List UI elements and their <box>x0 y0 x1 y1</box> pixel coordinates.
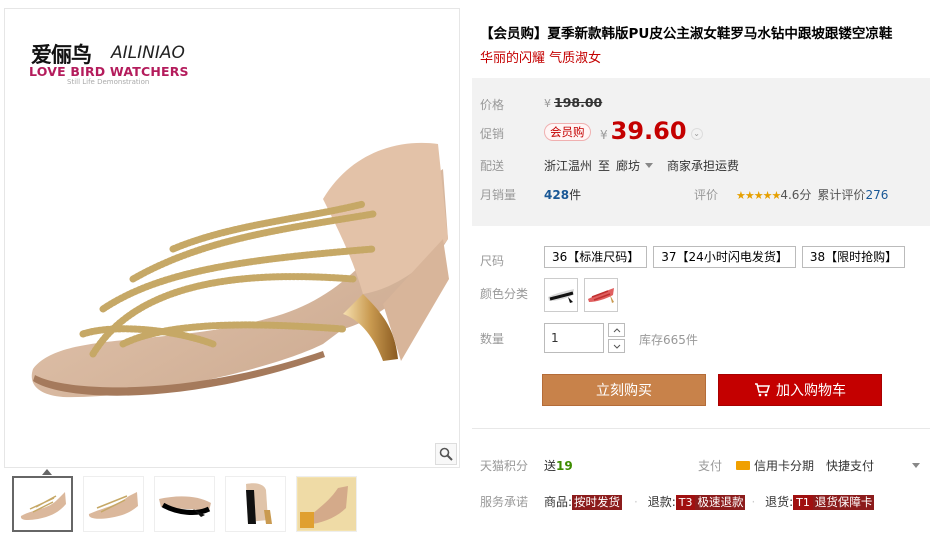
size-option-37[interactable]: 37【24小时闪电发货】 <box>653 246 796 268</box>
return-guarantee-badge[interactable]: 退货保障卡 <box>812 495 875 510</box>
quantity-label: 数量 <box>480 332 505 346</box>
payment-options: 支付 信用卡分期 快捷支付 <box>698 457 921 474</box>
buy-now-button[interactable]: 立刻购买 <box>542 374 706 406</box>
thumbnail-4[interactable] <box>225 476 286 532</box>
caret-down-icon[interactable] <box>645 163 654 168</box>
caret-down-icon[interactable] <box>912 463 921 468</box>
points-label: 天猫积分 <box>480 459 529 473</box>
thumbnail-5[interactable] <box>296 476 357 532</box>
add-to-cart-label: 加入购物车 <box>776 383 846 399</box>
rating-stars-icon: ★★★★★ <box>736 189 781 202</box>
cart-icon <box>755 383 770 397</box>
shipping-destination[interactable]: 廊坊 <box>616 159 640 173</box>
credit-installment-link[interactable]: 信用卡分期 <box>754 459 814 473</box>
product-info-panel: 【会员购】夏季新款韩版PU皮公主淑女鞋罗马水钻中跟坡跟镂空凉鞋 华丽的闪耀 气质… <box>472 8 930 545</box>
points-value: 送19 <box>544 459 573 473</box>
thumbnail-2[interactable] <box>83 476 144 532</box>
price-box: 价格 ¥198.00 促销 会员购 ¥39.60 ⌄ 配送 浙江温州至廊坊 商家承担… <box>472 78 930 226</box>
credit-card-icon <box>736 461 751 470</box>
size-options: 36【标准尺码】 37【24小时闪电发货】 38【限时抢购】 <box>544 246 906 268</box>
fast-refund-badge[interactable]: 极速退款 <box>695 495 746 510</box>
main-product-image[interactable] <box>23 129 453 419</box>
product-gallery: 爱俪鸟 AILINIAO LOVE BIRD WATCHERS Still Li… <box>4 8 460 468</box>
thumbnail-1[interactable] <box>12 476 73 532</box>
shipping-info: 浙江温州至廊坊 商家承担运费 <box>544 159 740 173</box>
section-divider <box>472 428 930 429</box>
shipping-label: 配送 <box>480 159 505 173</box>
product-subtitle: 华丽的闪耀 气质淑女 <box>480 51 602 66</box>
review-summary: 评价 ★★★★★4.6分 累计评价276 <box>694 188 889 202</box>
service-promises: 商品: 按时发货 · 退款: T3 极速退款 · 退货: T1 退货保障卡 <box>544 495 875 510</box>
price-label: 价格 <box>480 98 505 112</box>
monthly-sales: 428件 <box>544 188 582 202</box>
quick-pay-link[interactable]: 快捷支付 <box>826 459 874 473</box>
size-option-38[interactable]: 38【限时抢购】 <box>801 246 906 268</box>
stock-count: 库存665件 <box>639 333 698 347</box>
color-swatch-red[interactable] <box>584 278 618 312</box>
promo-price: ¥39.60 ⌄ <box>600 117 703 145</box>
size-label: 尺码 <box>480 254 505 268</box>
original-price: ¥198.00 <box>544 95 603 110</box>
brand-tagline: LOVE BIRD WATCHERS <box>29 64 189 79</box>
brand-name-en: AILINIAO <box>111 43 185 63</box>
service-label: 服务承诺 <box>480 495 529 509</box>
size-option-36[interactable]: 36【标准尺码】 <box>544 246 648 268</box>
thumbnail-active-arrow <box>42 469 52 475</box>
product-title: 【会员购】夏季新款韩版PU皮公主淑女鞋罗马水钻中跟坡跟镂空凉鞋 <box>480 26 893 42</box>
add-to-cart-button[interactable]: 加入购物车 <box>718 374 882 406</box>
quantity-decrease-icon[interactable] <box>608 339 625 353</box>
review-count-link[interactable]: 累计评价276 <box>817 188 888 202</box>
color-swatch-black[interactable] <box>544 278 578 312</box>
chevron-down-icon[interactable]: ⌄ <box>690 128 703 140</box>
sales-label: 月销量 <box>480 188 517 202</box>
brand-subline: Still Life Demonstration <box>67 78 150 86</box>
vip-badge: 会员购 <box>544 123 591 141</box>
color-label: 颜色分类 <box>480 287 529 301</box>
brand-logo: 爱俪鸟 AILINIAO LOVE BIRD WATCHERS Still Li… <box>27 37 287 89</box>
quantity-input[interactable] <box>544 323 604 353</box>
t3-code-badge: T3 <box>675 495 696 510</box>
on-time-delivery-badge[interactable]: 按时发货 <box>572 495 623 510</box>
promo-label: 促销 <box>480 127 505 141</box>
quantity-increase-icon[interactable] <box>608 323 625 337</box>
t1-code-badge: T1 <box>793 495 813 510</box>
zoom-icon[interactable] <box>435 443 457 465</box>
thumbnail-strip <box>12 469 357 532</box>
thumbnail-3[interactable] <box>154 476 215 532</box>
color-options <box>544 278 618 312</box>
